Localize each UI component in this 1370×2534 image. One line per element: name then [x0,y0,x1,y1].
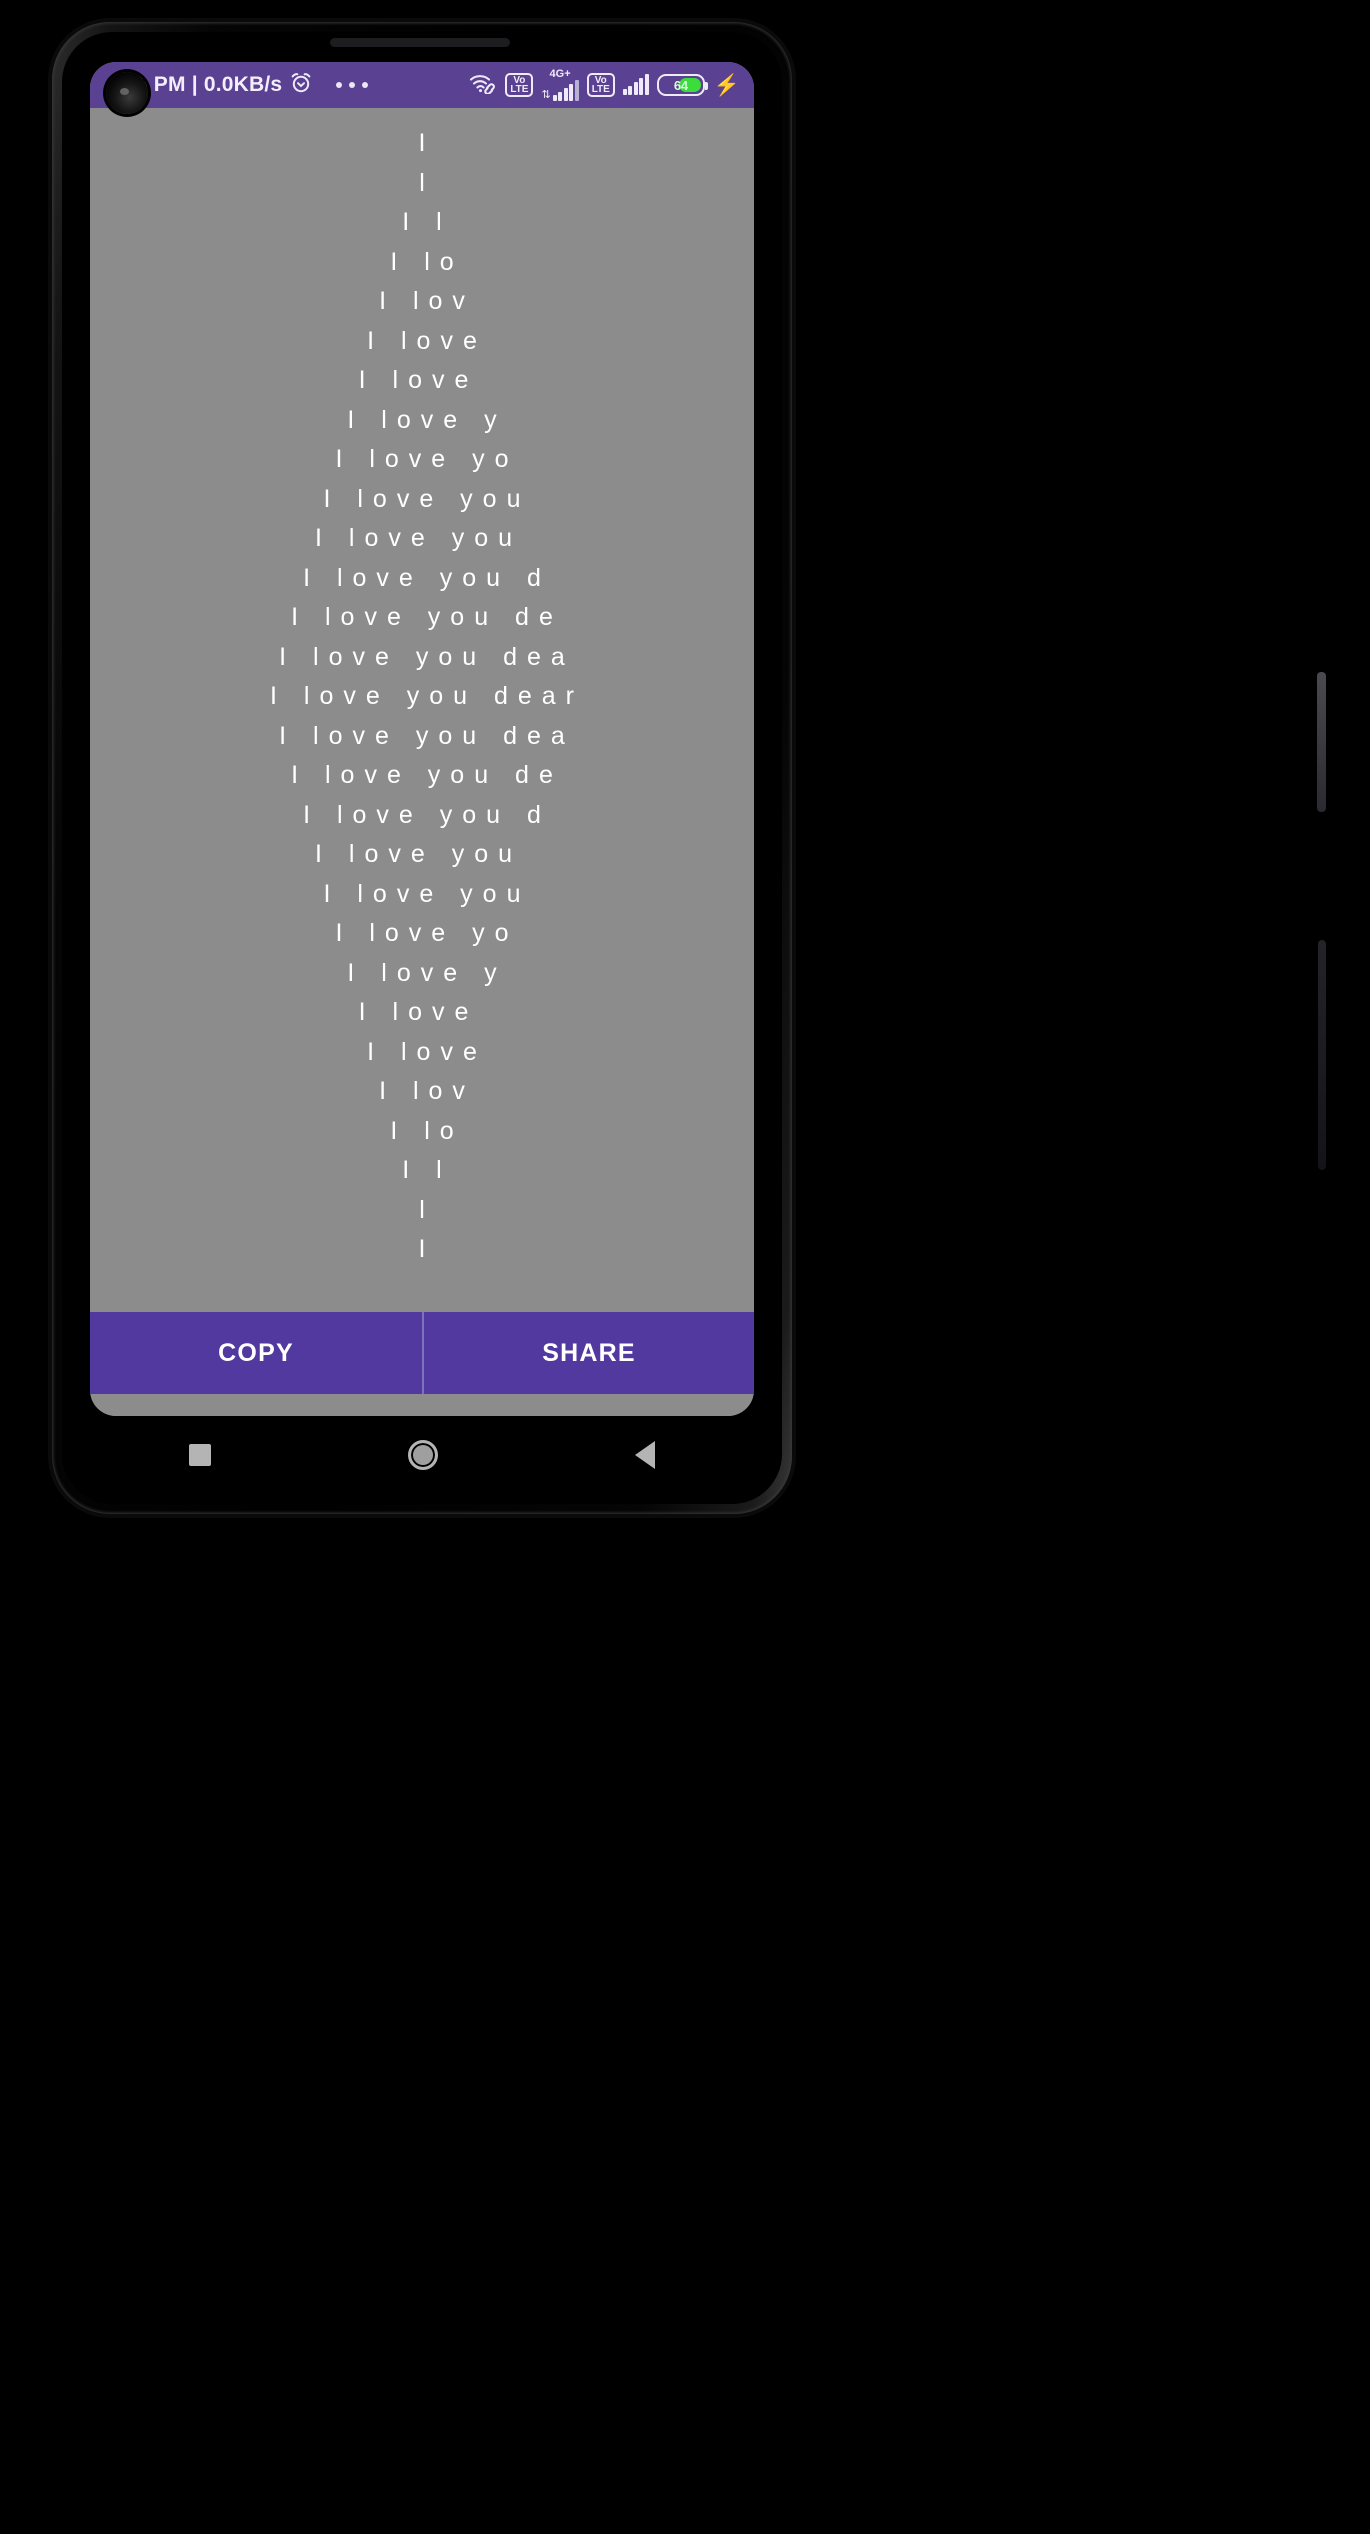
signal-bars-sim1-icon [552,80,579,101]
art-line: I lov [379,1077,475,1105]
volume-button[interactable] [1318,940,1326,1170]
front-camera-punch-hole [106,72,148,114]
screenshot-root: 16 PM | 0.0KB/s Vo LTE 4G+ ⇅ Vo LTE 64 ⚡… [0,0,1370,2534]
power-button[interactable] [1317,672,1326,812]
art-line: l [419,168,435,197]
art-line: I love you [323,484,531,513]
art-line: I love yo [335,445,519,473]
art-line: I love [367,326,487,355]
art-line: I love you [323,879,531,908]
circle-home-icon[interactable] [407,1440,438,1470]
art-line: I love you d [303,563,551,592]
art-line: I lov [379,287,475,315]
art-line: I love y [347,405,507,434]
status-bar: 16 PM | 0.0KB/s Vo LTE 4G+ ⇅ Vo LTE 64 ⚡ [90,62,754,114]
triangle-back-icon[interactable] [635,1441,656,1469]
action-button-bar: COPY SHARE [90,1312,754,1394]
art-line: I love y [347,958,507,987]
art-line: I love you [315,524,539,552]
art-line: I love yo [335,919,519,947]
earpiece-speaker [330,38,510,47]
art-line: I lo [390,1116,464,1145]
art-line: I love you de [291,603,563,631]
phone-screen: 16 PM | 0.0KB/s Vo LTE 4G+ ⇅ Vo LTE 64 ⚡… [90,62,754,1416]
art-line: I [418,1235,436,1263]
network-type-label: 4G+ [549,68,571,80]
art-line: I love you d [303,800,551,829]
volte-badge-sim1-bottom: LTE [510,84,529,95]
copy-button[interactable]: COPY [90,1312,422,1394]
art-line: I [418,129,436,157]
bottom-gesture-strip [90,1394,754,1416]
wifi-link-icon [469,72,497,99]
love-text-art[interactable]: IlI lI lo I lov I love I love I love yI lov… [90,108,754,1312]
art-line: I love you dear [270,682,584,710]
status-bar-right: Vo LTE 4G+ ⇅ Vo LTE 64 ⚡ [469,69,740,101]
art-line: I l [402,208,452,236]
network-type-and-signal-sim1: 4G+ ⇅ [541,68,579,101]
art-line: I lo [390,247,464,276]
art-line: I love [358,998,496,1026]
art-line: I love you dea [279,721,575,750]
art-line: I love you de [291,761,563,789]
art-line: I love you dea [279,642,575,671]
art-line: I love you [315,840,539,868]
art-line: I love [367,1037,487,1066]
status-bar-left: 16 PM | 0.0KB/s [124,71,369,100]
signal-bars-sim2-icon [622,74,649,95]
art-line: I l [402,1156,452,1184]
more-dots-icon [336,82,369,88]
art-line: l [419,1195,435,1224]
alarm-clock-icon [289,71,313,100]
art-line: I love [358,366,496,394]
volte-badge-sim1: Vo LTE [505,72,534,98]
charging-bolt-icon: ⚡ [713,73,740,97]
share-button[interactable]: SHARE [422,1312,754,1394]
volte-badge-sim2: Vo LTE [586,72,615,98]
data-transfer-arrows-icon: ⇅ [541,89,551,101]
battery-indicator: 64 [656,74,708,96]
volte-badge-sim2-bottom: LTE [591,84,610,95]
square-recents-icon[interactable] [188,1444,211,1466]
android-navigation-bar [90,1416,754,1494]
battery-level-label: 64 [673,77,688,93]
